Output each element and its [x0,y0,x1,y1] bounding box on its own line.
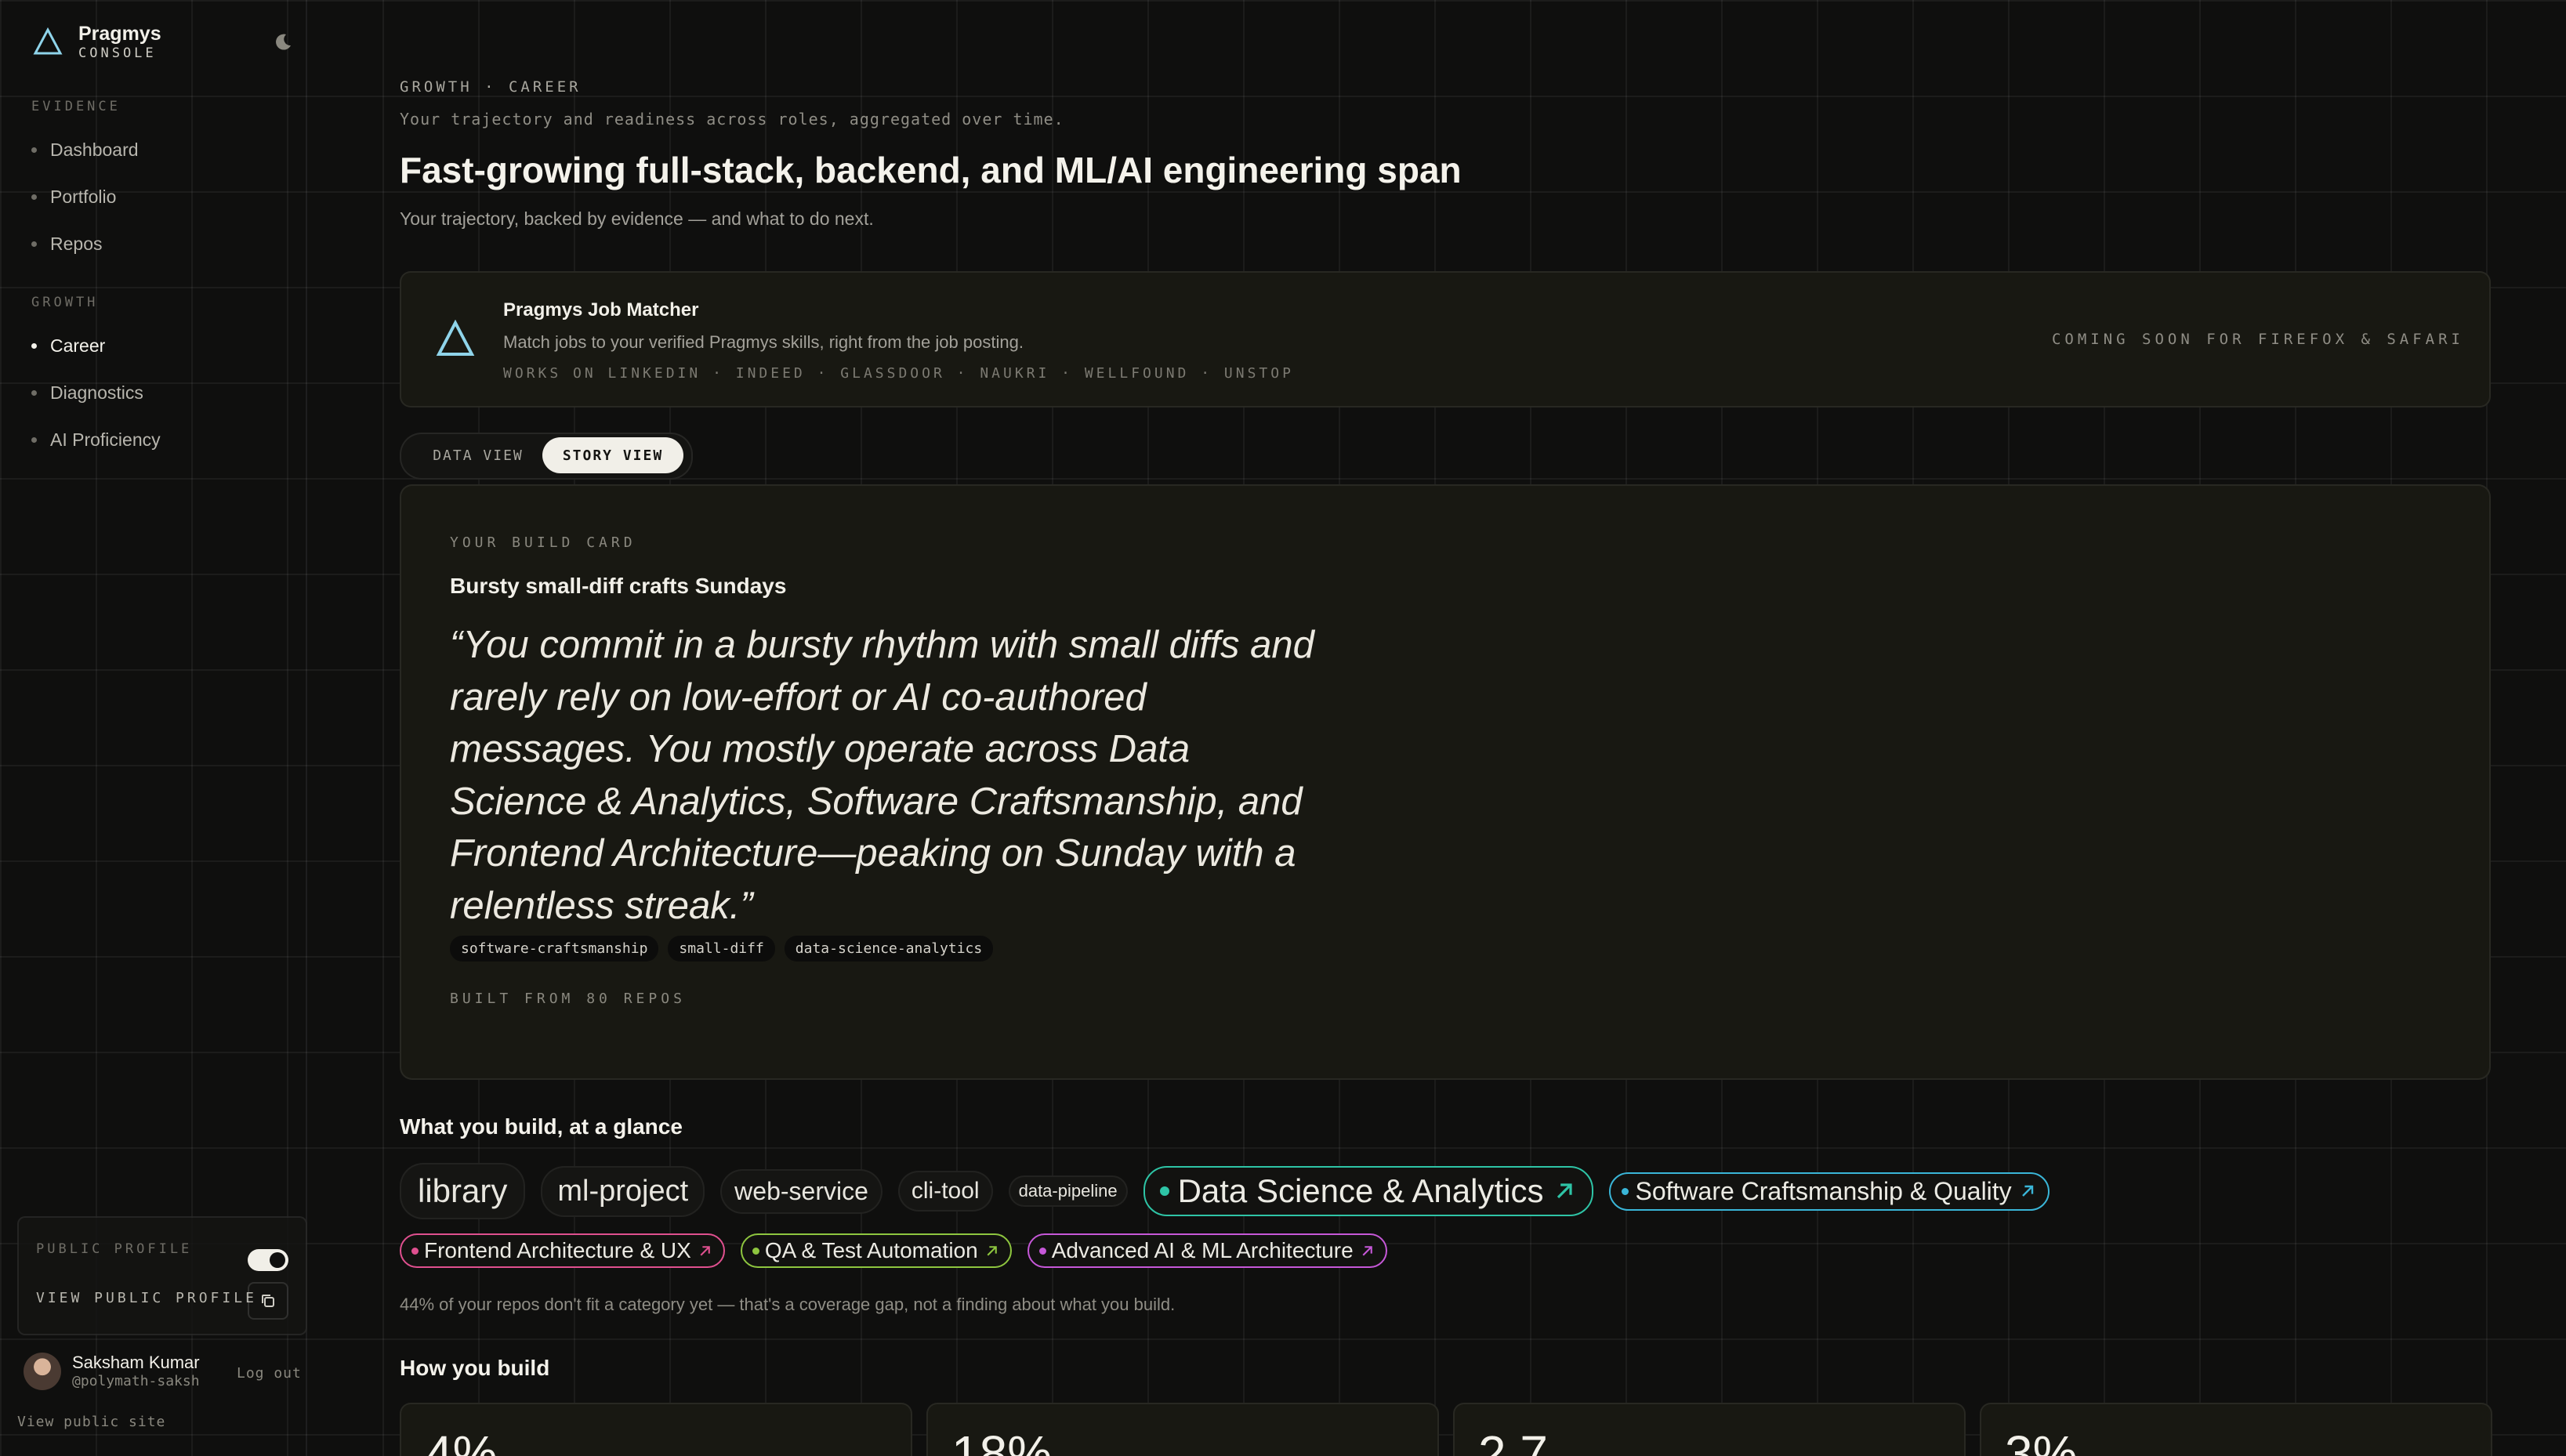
repo-type-chip: ml-project [541,1165,705,1217]
stat-value: 2.7 [1478,1425,1548,1456]
brand[interactable]: Pragmys CONSOLE [33,22,161,61]
page-subtitle: Your trajectory, backed by evidence — an… [400,208,874,229]
category-chip[interactable]: Frontend Architecture & UX [400,1233,725,1268]
public-profile-label: PUBLIC PROFILE [36,1241,193,1257]
category-dot-icon [1622,1187,1629,1195]
job-matcher-banner[interactable]: Pragmys Job Matcher Match jobs to your v… [400,271,2491,407]
user-name: Saksham Kumar [72,1353,200,1372]
stat-value: 18% [951,1425,1053,1456]
avatar[interactable] [24,1353,61,1390]
logo-triangle-icon [33,27,63,55]
public-profile-card: PUBLIC PROFILE VIEW PUBLIC PROFILE [17,1216,307,1335]
moon-icon[interactable] [273,31,293,52]
repo-type-chip: cli-tool [897,1171,993,1212]
view-toggle: DATA VIEW STORY VIEW [400,433,693,480]
job-matcher-desc: Match jobs to your verified Pragmys skil… [503,332,1024,352]
logo-triangle-icon [436,320,475,356]
coverage-note: 44% of your repos don't fit a category y… [400,1295,1176,1314]
sidebar-item-career[interactable]: Career [31,335,105,357]
category-chip[interactable]: Software Craftsmanship & Quality [1609,1172,2050,1211]
stat-card: 2.7 [1453,1403,1966,1456]
category-label: Advanced AI & ML Architecture [1051,1238,1354,1262]
arrow-up-right-icon [2021,1185,2033,1197]
category-dot-icon [1159,1186,1169,1196]
bullet-icon [31,194,37,200]
job-matcher-coming-soon: COMING SOON FOR FIREFOX & SAFARI [2051,331,2464,348]
tab-data-view[interactable]: DATA VIEW [415,437,541,473]
build-card-title: Bursty small-diff crafts Sundays [450,574,787,598]
stat-value: 3% [2005,1425,2078,1456]
stat-card: 4% [400,1403,912,1456]
glance-chip-row: library ml-project web-service cli-tool data… [400,1163,2050,1219]
arrow-up-right-icon [1362,1245,1372,1255]
repo-type-chip: web-service [720,1168,883,1214]
repo-type-chip: library [400,1163,526,1219]
sidebar-item-diagnostics[interactable]: Diagnostics [31,382,143,404]
build-card-quote: “You commit in a bursty rhythm with smal… [450,624,1314,927]
bullet-icon [31,147,37,153]
view-public-site-link[interactable]: View public site [17,1414,165,1430]
bullet-icon [31,437,37,443]
brand-name: Pragmys [78,23,161,45]
tag: software-craftsmanship [450,936,659,962]
bullet-icon [31,390,37,396]
category-label: QA & Test Automation [764,1238,978,1262]
copy-icon [262,1295,274,1307]
nav-section-growth: GROWTH [31,295,99,310]
category-dot-icon [752,1247,759,1255]
stat-value: 4% [425,1425,498,1456]
glance-heading: What you build, at a glance [400,1114,683,1139]
sidebar-item-ai-proficiency[interactable]: AI Proficiency [31,429,161,451]
build-card-built-from: BUILT FROM 80 REPOS [450,991,686,1007]
nav-section-evidence: EVIDENCE [31,99,121,114]
arrow-up-right-icon [987,1245,997,1255]
sidebar-item-portfolio[interactable]: Portfolio [31,187,116,208]
tag: data-science-analytics [784,936,994,962]
category-chip[interactable]: Data Science & Analytics [1143,1166,1594,1216]
user-row: Saksham Kumar @polymath-saksh [24,1353,200,1390]
build-card-eyebrow: YOUR BUILD CARD [450,534,636,551]
category-chip[interactable]: QA & Test Automation [740,1233,1012,1268]
build-card: YOUR BUILD CARD Bursty small-diff crafts… [400,484,2491,1080]
public-profile-toggle[interactable] [248,1249,288,1271]
job-matcher-title: Pragmys Job Matcher [503,299,699,321]
copy-link-button[interactable] [248,1282,288,1320]
brand-sub: CONSOLE [78,45,157,61]
category-dot-icon [1038,1247,1046,1255]
sidebar: Pragmys CONSOLE EVIDENCE Dashboard Portf… [0,0,307,1456]
view-public-profile-link[interactable]: VIEW PUBLIC PROFILE [36,1290,257,1306]
category-label: Frontend Architecture & UX [424,1238,691,1262]
category-label: Software Craftsmanship & Quality [1635,1176,2012,1205]
tag: small-diff [668,936,775,962]
page-eyebrow-desc: Your trajectory and readiness across rol… [400,110,1064,129]
category-dot-icon [411,1247,419,1255]
page-eyebrow: GROWTH · CAREER [400,78,582,96]
sidebar-item-dashboard[interactable]: Dashboard [31,139,139,161]
tab-story-view[interactable]: STORY VIEW [542,437,683,473]
category-label: Data Science & Analytics [1177,1172,1544,1209]
user-handle: @polymath-saksh [72,1373,200,1389]
sidebar-item-repos[interactable]: Repos [31,234,102,255]
stat-card: 18% [926,1403,1439,1456]
category-chip[interactable]: Advanced AI & ML Architecture [1027,1233,1387,1268]
page-title: Fast-growing full-stack, backend, and ML… [400,150,1462,190]
arrow-up-right-icon [1557,1183,1573,1199]
job-matcher-works-on: WORKS ON LINKEDIN · INDEED · GLASSDOOR ·… [503,365,1294,382]
logout-button[interactable]: Log out [237,1365,302,1382]
how-heading: How you build [400,1356,550,1380]
repo-type-chip: data-pipeline [1008,1175,1128,1207]
toggle-knob [270,1252,285,1268]
stat-card: 3% [1980,1403,2492,1456]
glance-chip-row: Frontend Architecture & UX QA & Test Auto… [400,1233,1387,1268]
bullet-icon [31,241,37,247]
build-card-tags: software-craftsmanship small-diff data-s… [450,936,994,962]
arrow-up-right-icon [700,1245,710,1255]
bullet-icon [31,343,37,349]
